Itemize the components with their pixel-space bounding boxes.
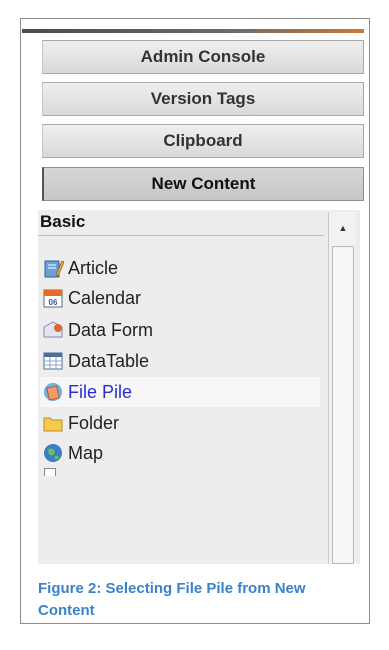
item-label: Folder (68, 412, 120, 433)
list-item-datatable[interactable]: DataTable (40, 346, 320, 376)
partial-item-icon (44, 468, 56, 476)
list-item-map[interactable]: Map (40, 438, 320, 468)
scroll-up-arrow-icon[interactable]: ▲ (329, 212, 357, 244)
item-label: Article (68, 257, 119, 278)
map-icon (42, 442, 64, 464)
list-item-calendar[interactable]: 06 Calendar (40, 283, 320, 313)
data-form-icon (42, 319, 64, 341)
list-item-article[interactable]: Article (40, 253, 320, 283)
item-label: Calendar (68, 287, 142, 308)
scroll-thumb[interactable] (332, 246, 354, 564)
article-icon (42, 257, 65, 279)
list-item-file-pile[interactable]: File Pile (40, 377, 320, 407)
scrollbar[interactable]: ▲ (328, 212, 356, 564)
calendar-icon: 06 (42, 287, 64, 309)
calendar-icon-text: 06 (49, 298, 58, 307)
item-label: Data Form (68, 319, 154, 340)
section-header-basic: Basic (38, 212, 324, 236)
folder-icon (42, 412, 64, 434)
item-label: File Pile (68, 381, 133, 402)
datatable-icon (42, 350, 64, 372)
tab-admin-console[interactable]: Admin Console (42, 40, 364, 74)
list-item-folder[interactable]: Folder (40, 408, 320, 438)
file-pile-icon (42, 381, 64, 403)
item-label: Map (68, 442, 104, 463)
figure-caption: Figure 2: Selecting File Pile from New C… (38, 580, 306, 619)
item-label: DataTable (68, 350, 150, 371)
list-item-data-form[interactable]: Data Form (40, 315, 320, 345)
tab-version-tags[interactable]: Version Tags (42, 82, 364, 116)
tab-clipboard[interactable]: Clipboard (42, 124, 364, 158)
tab-new-content[interactable]: New Content (42, 167, 364, 201)
